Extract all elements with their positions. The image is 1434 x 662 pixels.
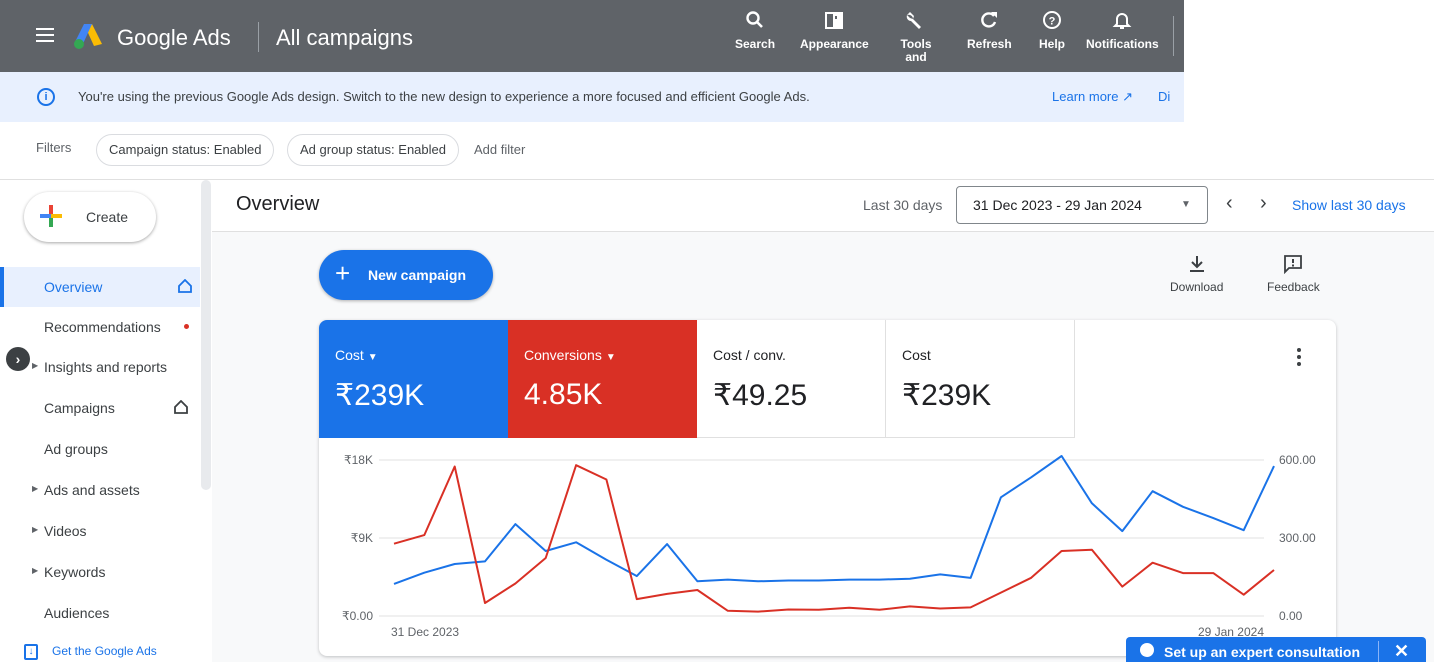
dismiss-link[interactable]: Di: [1158, 89, 1170, 104]
google-ads-logo-icon[interactable]: [72, 22, 104, 50]
sidebar-item-campaigns[interactable]: Campaigns: [0, 388, 200, 428]
download-button[interactable]: Download: [1170, 254, 1223, 294]
series-line-cost: [393, 455, 1275, 585]
dropdown-arrow-icon: ▼: [605, 352, 616, 363]
sidebar-item-recommendations[interactable]: Recommendations: [0, 307, 200, 347]
support-agent-icon: [1140, 643, 1154, 657]
home-icon: [174, 400, 188, 414]
design-notice-banner: i You're using the previous Google Ads d…: [0, 72, 1184, 122]
info-icon: i: [37, 88, 55, 106]
previous-period-icon[interactable]: ‹: [1226, 192, 1233, 215]
home-icon: [178, 279, 192, 293]
sidebar-item-audiences[interactable]: Audiences: [0, 593, 200, 633]
divider: [1378, 641, 1379, 662]
next-period-icon[interactable]: ›: [1260, 192, 1267, 215]
sidebar-item-videos[interactable]: ▶ Videos: [0, 511, 200, 551]
learn-more-link[interactable]: Learn more ↗: [1052, 89, 1133, 105]
appearance-icon: [800, 10, 869, 34]
right-axis-ticks: 600.00 300.00 0.00: [1279, 453, 1316, 623]
right-axis-tick: 0.00: [1279, 609, 1303, 623]
right-axis-tick: 300.00: [1279, 531, 1316, 545]
banner-message: You're using the previous Google Ads des…: [78, 89, 810, 104]
sidebar-item-overview[interactable]: Overview: [0, 267, 200, 307]
help-icon: ?: [1039, 10, 1065, 34]
sidebar-scrollbar[interactable]: [201, 180, 211, 490]
add-filter-button[interactable]: Add filter: [474, 142, 525, 157]
svg-text:?: ?: [1049, 16, 1056, 28]
expand-arrow-icon: ▶: [32, 484, 39, 493]
expand-arrow-icon: ▶: [32, 525, 39, 534]
dropdown-arrow-icon: ▼: [367, 352, 378, 363]
date-range-select[interactable]: 31 Dec 2023 - 29 Jan 2024 ▼: [956, 186, 1208, 224]
sidebar-item-ads-and-assets[interactable]: ▶ Ads and assets: [0, 470, 200, 510]
main-content: Overview Last 30 days 31 Dec 2023 - 29 J…: [212, 180, 1434, 662]
refresh-icon: [967, 10, 1012, 34]
feedback-icon: [1284, 255, 1303, 274]
sidebar-expand-toggle-icon[interactable]: ›: [6, 347, 30, 371]
chevron-down-icon: ▼: [1181, 199, 1191, 210]
new-campaign-button[interactable]: + New campaign: [319, 250, 493, 300]
left-axis-tick: ₹0.00: [342, 609, 373, 623]
plus-icon: [40, 205, 62, 227]
sidebar-item-ad-groups[interactable]: Ad groups: [0, 429, 200, 469]
sidebar-item-insights-and-reports[interactable]: ▶ Insights and reports: [0, 347, 200, 387]
filters-label: Filters: [36, 140, 72, 155]
brand-name: Google Ads: [117, 25, 231, 50]
metric-card-conversions[interactable]: Conversions ▼ 4.85K: [508, 320, 697, 438]
feedback-button[interactable]: Feedback: [1267, 254, 1320, 294]
page-title: Overview: [236, 193, 320, 215]
wrench-icon: [900, 10, 932, 34]
bell-icon: [1086, 10, 1159, 34]
toolbar-notifications-button[interactable]: Notifications: [1086, 10, 1159, 51]
expert-consultation-bar[interactable]: Set up an expert consultation ✕: [1126, 637, 1426, 662]
filter-bar: Filters Campaign status: Enabled Ad grou…: [0, 122, 1184, 180]
toolbar-search-button[interactable]: Search: [735, 10, 775, 51]
metric-card-cost-per-conv[interactable]: Cost / conv. ₹49.25: [697, 320, 886, 438]
sidebar: Create Overview Recommendations ▶ Insigh…: [0, 180, 212, 662]
download-icon: [1189, 256, 1204, 272]
x-tick-start: 31 Dec 2023: [391, 625, 459, 639]
toolbar-refresh-button[interactable]: Refresh: [967, 10, 1012, 51]
performance-chart: ₹18K ₹9K ₹0.00 600.00 300.00 0.00 31 Dec 202…: [342, 453, 1316, 639]
metric-card-cost-secondary[interactable]: Cost ₹239K: [886, 320, 1075, 438]
sidebar-item-keywords[interactable]: ▶ Keywords: [0, 552, 200, 592]
toolbar-divider: [1173, 16, 1174, 56]
close-icon[interactable]: ✕: [1394, 641, 1409, 662]
show-last-30-days-link[interactable]: Show last 30 days: [1292, 197, 1406, 213]
top-app-bar: Google Ads All campaigns Search Appearan…: [0, 0, 1184, 72]
overview-header: Overview Last 30 days 31 Dec 2023 - 29 J…: [212, 180, 1434, 232]
filter-chip-ad-group-status[interactable]: Ad group status: Enabled: [287, 134, 459, 166]
date-range-label: Last 30 days: [863, 197, 943, 213]
metric-card-cost[interactable]: Cost ▼ ₹239K: [319, 320, 508, 438]
google-ads-window: Google Ads All campaigns Search Appearan…: [0, 0, 1434, 662]
expand-arrow-icon: ▶: [32, 566, 39, 575]
left-axis-tick: ₹9K: [351, 531, 373, 545]
notification-dot: [184, 324, 189, 329]
right-axis-tick: 600.00: [1279, 453, 1316, 467]
create-button[interactable]: Create: [24, 192, 156, 242]
search-icon: [735, 10, 775, 34]
toolbar-help-button[interactable]: ? Help: [1039, 10, 1065, 51]
more-options-icon[interactable]: [1297, 348, 1303, 369]
performance-card: Cost ▼ ₹239K Conversions ▼ 4.85K Cost / co…: [319, 320, 1336, 656]
hamburger-menu-icon[interactable]: [36, 28, 54, 42]
toolbar-tools-button[interactable]: Tools and: [900, 10, 932, 64]
brand-divider: [258, 22, 259, 52]
chart-lines: [393, 455, 1275, 613]
expand-arrow-icon: ▶: [32, 361, 39, 370]
filter-chip-campaign-status[interactable]: Campaign status: Enabled: [96, 134, 275, 166]
left-axis-tick: ₹18K: [344, 453, 373, 467]
account-context[interactable]: All campaigns: [276, 25, 413, 51]
blank-region: [1184, 0, 1434, 180]
toolbar-appearance-button[interactable]: Appearance: [800, 10, 869, 51]
download-app-icon: ↓: [24, 644, 38, 660]
left-axis-ticks: ₹18K ₹9K ₹0.00: [342, 453, 373, 623]
chart-grid: [379, 459, 1264, 617]
plus-icon: +: [335, 258, 351, 288]
